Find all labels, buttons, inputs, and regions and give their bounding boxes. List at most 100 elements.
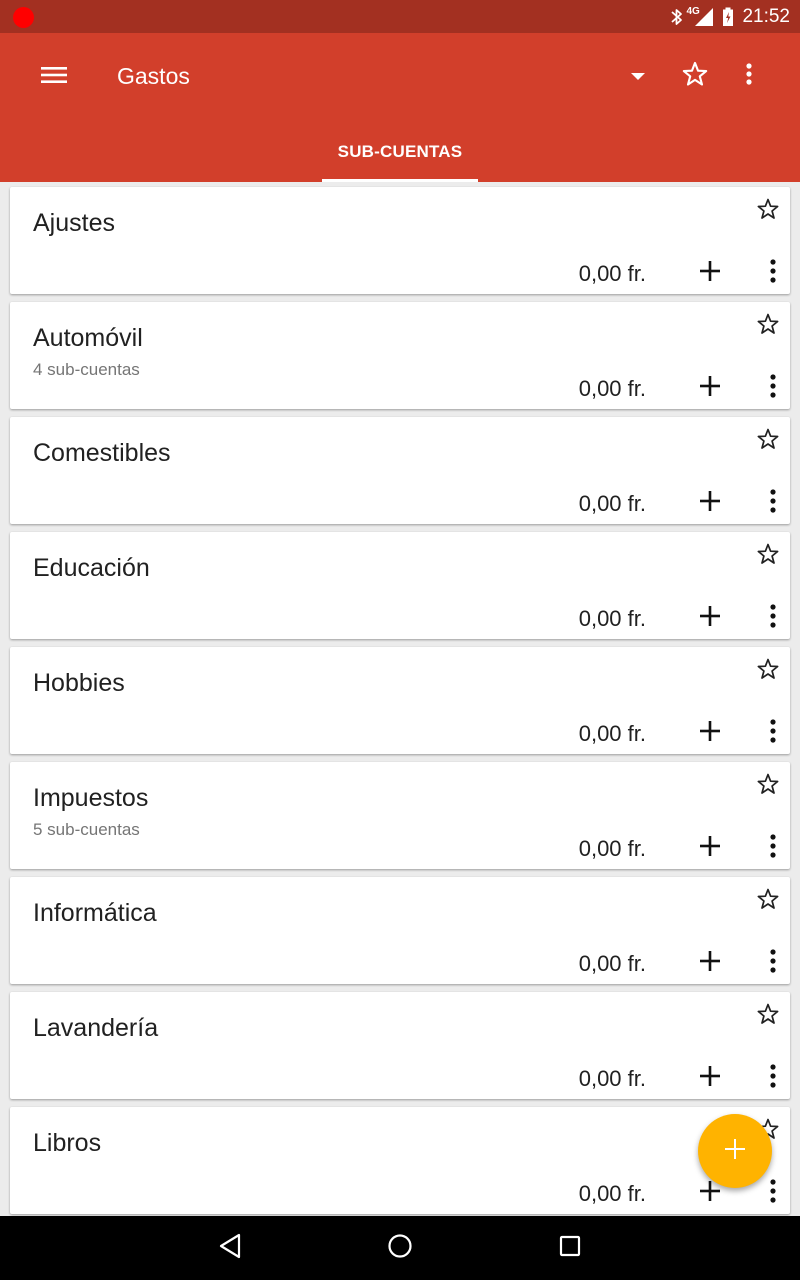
favorite-account-button[interactable]: [750, 768, 786, 804]
tab-label: SUB-CUENTAS: [337, 142, 463, 161]
battery-icon: [722, 7, 734, 27]
menu-button[interactable]: [28, 51, 80, 103]
account-card[interactable]: Hobbies 0,00 fr.: [10, 647, 790, 754]
bluetooth-icon: [670, 7, 684, 27]
favorite-account-button[interactable]: [750, 883, 786, 919]
add-account-fab[interactable]: [698, 1114, 772, 1188]
account-name: Educación: [33, 554, 150, 582]
add-icon: [699, 1065, 721, 1092]
favorite-account-button[interactable]: [750, 193, 786, 229]
favorite-account-button[interactable]: [750, 653, 786, 689]
more-vert-icon: [745, 62, 753, 91]
account-balance: 0,00 fr.: [578, 1181, 646, 1206]
star-outline-icon: [756, 197, 780, 226]
add-transaction-button[interactable]: [688, 1058, 732, 1098]
account-balance: 0,00 fr.: [578, 1066, 646, 1091]
more-vert-icon: [769, 488, 777, 519]
overflow-menu-button[interactable]: [728, 53, 770, 99]
more-vert-icon: [769, 718, 777, 749]
star-outline-icon: [756, 772, 780, 801]
favorite-account-button[interactable]: [750, 998, 786, 1034]
page-title: Gastos: [117, 63, 190, 89]
favorite-account-button[interactable]: [750, 538, 786, 574]
account-balance: 0,00 fr.: [578, 491, 646, 516]
add-icon: [699, 260, 721, 287]
account-card[interactable]: Ajustes 0,00 fr.: [10, 187, 790, 294]
back-icon: [218, 1233, 242, 1264]
account-balance: 0,00 fr.: [578, 721, 646, 746]
network-type-label: 4G: [686, 5, 700, 17]
account-balance: 0,00 fr.: [578, 836, 646, 861]
add-transaction-button[interactable]: [688, 368, 732, 408]
account-card[interactable]: Impuestos 5 sub-cuentas 0,00 fr.: [10, 762, 790, 869]
account-name: Ajustes: [33, 209, 115, 237]
star-outline-icon: [756, 657, 780, 686]
recording-indicator-icon: [13, 7, 34, 28]
favorite-account-button[interactable]: [750, 423, 786, 459]
account-menu-button[interactable]: [758, 368, 788, 408]
add-icon: [699, 605, 721, 632]
account-dropdown-button[interactable]: [620, 59, 656, 95]
add-transaction-button[interactable]: [688, 943, 732, 983]
home-icon: [387, 1233, 413, 1264]
add-transaction-button[interactable]: [688, 483, 732, 523]
account-subaccounts: 4 sub-cuentas: [33, 360, 140, 379]
account-card[interactable]: Educación 0,00 fr.: [10, 532, 790, 639]
more-vert-icon: [769, 833, 777, 864]
account-card[interactable]: Lavandería 0,00 fr.: [10, 992, 790, 1099]
account-menu-button[interactable]: [758, 1173, 788, 1213]
home-button[interactable]: [370, 1226, 430, 1270]
app-bar: Gastos SUB-CUENTAS: [0, 33, 800, 182]
star-outline-icon: [756, 887, 780, 916]
menu-icon: [40, 64, 68, 91]
account-card[interactable]: Informática 0,00 fr.: [10, 877, 790, 984]
account-menu-button[interactable]: [758, 483, 788, 523]
add-transaction-button[interactable]: [688, 598, 732, 638]
account-balance: 0,00 fr.: [578, 606, 646, 631]
add-transaction-button[interactable]: [688, 828, 732, 868]
account-name: Libros: [33, 1129, 102, 1157]
more-vert-icon: [769, 603, 777, 634]
star-outline-icon: [756, 312, 780, 341]
favorite-button[interactable]: [672, 53, 718, 99]
account-menu-button[interactable]: [758, 1058, 788, 1098]
account-name: Informática: [33, 899, 157, 927]
account-subaccounts: 5 sub-cuentas: [33, 820, 140, 839]
status-bar: 4G 21:52: [0, 0, 800, 33]
add-transaction-button[interactable]: [688, 253, 732, 293]
account-card[interactable]: Libros 0,00 fr.: [10, 1107, 790, 1214]
tab-sub-cuentas[interactable]: SUB-CUENTAS: [322, 131, 478, 182]
star-outline-icon: [681, 60, 709, 93]
account-card[interactable]: Automóvil 4 sub-cuentas 0,00 fr.: [10, 302, 790, 409]
add-icon: [699, 490, 721, 517]
account-name: Comestibles: [33, 439, 171, 467]
account-menu-button[interactable]: [758, 713, 788, 753]
account-balance: 0,00 fr.: [578, 951, 646, 976]
back-button[interactable]: [200, 1226, 260, 1270]
account-menu-button[interactable]: [758, 598, 788, 638]
add-icon: [699, 720, 721, 747]
more-vert-icon: [769, 1178, 777, 1209]
star-outline-icon: [756, 542, 780, 571]
account-menu-button[interactable]: [758, 828, 788, 868]
navigation-bar: [0, 1216, 800, 1280]
account-card[interactable]: Comestibles 0,00 fr.: [10, 417, 790, 524]
favorite-account-button[interactable]: [750, 308, 786, 344]
recents-button[interactable]: [540, 1226, 600, 1270]
account-balance: 0,00 fr.: [578, 261, 646, 286]
more-vert-icon: [769, 948, 777, 979]
recents-icon: [559, 1235, 581, 1262]
add-transaction-button[interactable]: [688, 713, 732, 753]
account-list[interactable]: Ajustes 0,00 fr. Automóvil 4 sub-cuentas…: [0, 182, 800, 1216]
add-icon: [699, 950, 721, 977]
account-menu-button[interactable]: [758, 943, 788, 983]
more-vert-icon: [769, 1063, 777, 1094]
status-icons: 4G 21:52: [670, 0, 790, 33]
more-vert-icon: [769, 258, 777, 289]
add-icon: [724, 1138, 746, 1165]
account-menu-button[interactable]: [758, 253, 788, 293]
arrow-drop-down-icon: [630, 68, 646, 86]
account-name: Impuestos: [33, 784, 149, 812]
account-balance: 0,00 fr.: [578, 376, 646, 401]
add-icon: [699, 835, 721, 862]
